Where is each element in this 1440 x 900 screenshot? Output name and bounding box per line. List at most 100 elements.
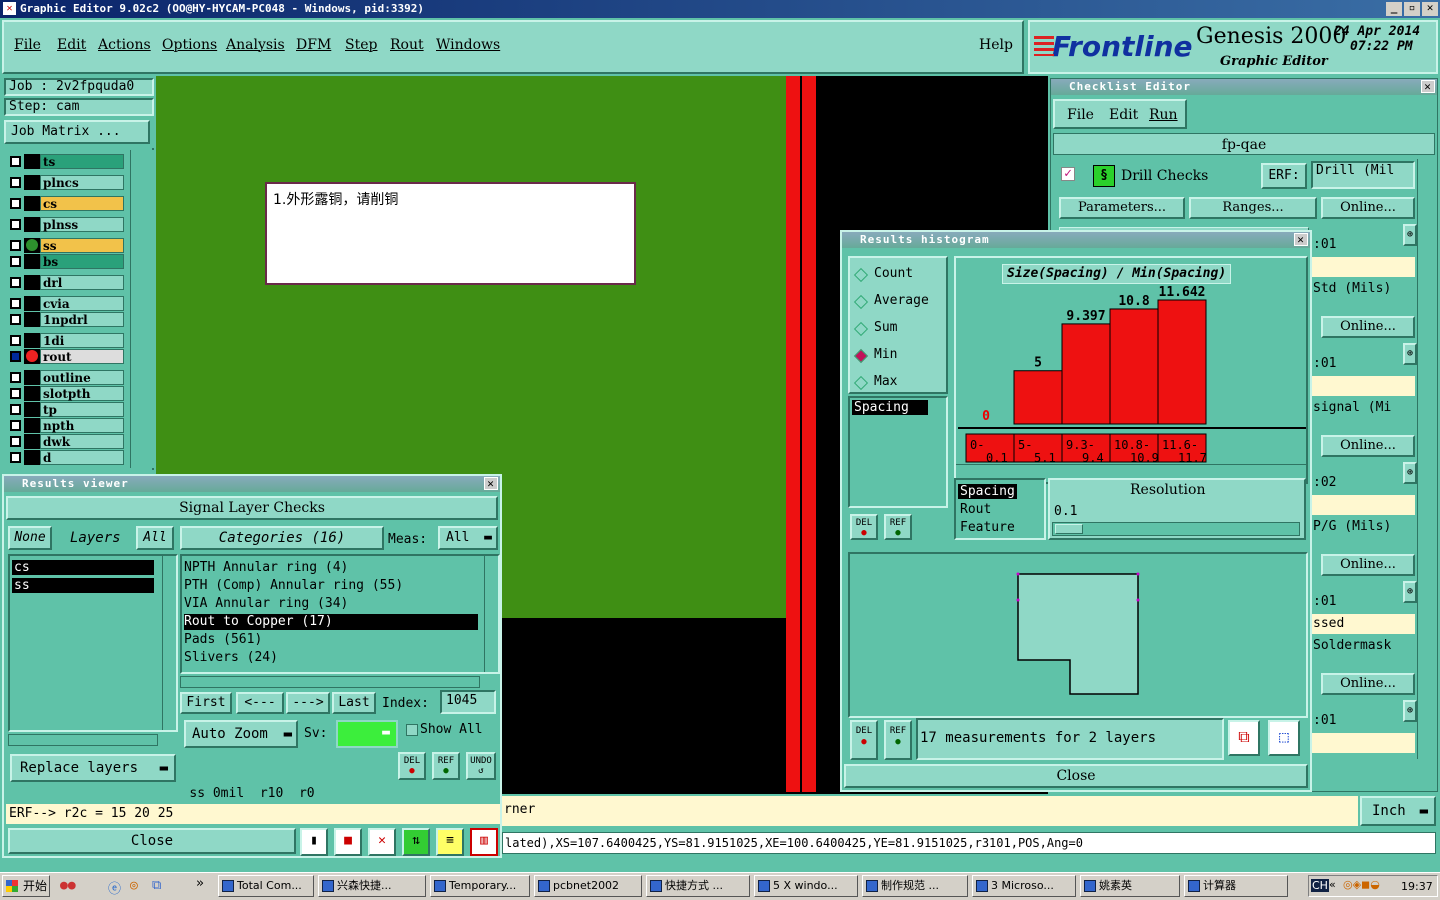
replace-layers-button[interactable]: Replace layers ▬ [10, 754, 176, 782]
radio-max-label[interactable]: Max [874, 374, 897, 389]
histogram-bar[interactable] [1061, 323, 1111, 425]
highlight-tool-icon[interactable]: ■ [334, 828, 362, 856]
check-item-add-icon[interactable]: ⊕ [1403, 462, 1417, 484]
layers-none-button[interactable]: None [8, 526, 52, 550]
results-undo-button[interactable]: UNDO ↺ [466, 752, 496, 780]
taskbar-item[interactable]: 快捷方式 ... [646, 875, 750, 897]
people-icon[interactable]: ●● [60, 878, 76, 893]
desktop-icon[interactable]: ⧉ [152, 878, 161, 893]
meas-select[interactable]: All ▬ [438, 526, 498, 550]
layer-row-plnss[interactable]: plnss [8, 217, 124, 232]
check-item-add-icon[interactable]: ⊕ [1403, 343, 1417, 365]
menu-dfm[interactable]: DFM [296, 37, 331, 53]
menu-options[interactable]: Options [162, 37, 217, 53]
histogram-close-icon[interactable]: ✕ [1294, 233, 1308, 246]
measure-tool-icon[interactable]: ▮ [300, 828, 328, 856]
help-menu[interactable]: Help [979, 37, 1013, 53]
ie-icon[interactable]: ⓔ [108, 878, 121, 897]
layer-row-cvia[interactable]: cvia [8, 296, 124, 311]
job-matrix-button[interactable]: Job Matrix ... [4, 120, 150, 144]
hist-del-button[interactable]: DEL ● [850, 514, 878, 540]
menu-edit[interactable]: Edit [57, 37, 86, 53]
layer-checkbox[interactable] [10, 219, 21, 230]
checklist-vscroll[interactable] [1417, 159, 1435, 759]
last-button[interactable]: Last [332, 692, 376, 714]
taskbar-item[interactable]: 5 X windo... [754, 875, 858, 897]
histogram-close-button[interactable]: Close [844, 764, 1308, 788]
erf-value[interactable]: Drill (Mil [1311, 161, 1415, 189]
prev-button[interactable]: <--- [236, 692, 284, 714]
tray-icons[interactable]: ◎◈◼◒ [1343, 878, 1380, 891]
more-icon[interactable]: » [196, 876, 204, 891]
layer-row-drl[interactable]: drl [8, 275, 124, 290]
layer-row-1di[interactable]: 1di [8, 333, 124, 348]
layer-checkbox[interactable] [10, 298, 21, 309]
report-tool-icon[interactable]: ≡ [436, 828, 464, 856]
zoom-fit-icon[interactable]: ⧉ [1228, 720, 1260, 756]
erf-button[interactable]: ERF: [1261, 163, 1307, 189]
taskbar-item[interactable]: 兴森快捷... [318, 875, 426, 897]
layer-checkbox[interactable] [10, 404, 21, 415]
layer-checkbox[interactable] [10, 277, 21, 288]
histogram-bar[interactable] [1013, 370, 1063, 425]
layer-checkbox[interactable] [10, 198, 21, 209]
menu-step[interactable]: Step [345, 37, 377, 53]
category-item[interactable]: VIA Annular ring (34) [184, 596, 478, 612]
taskbar-item[interactable]: 制作规范 ... [862, 875, 968, 897]
layer-checkbox[interactable] [10, 420, 21, 431]
ime-label[interactable]: CH [1311, 879, 1329, 892]
category-hscroll[interactable] [180, 676, 480, 688]
preview-ref-button[interactable]: REF ● [884, 720, 912, 760]
layer-row-ss[interactable]: ss [8, 238, 124, 253]
sv-select[interactable]: ▬ [336, 720, 398, 748]
category-item[interactable]: NPTH Annular ring (4) [184, 560, 478, 576]
layer-checkbox[interactable] [10, 256, 21, 267]
radio-sum-label[interactable]: Sum [874, 320, 897, 335]
checklist-menu-file[interactable]: File [1067, 107, 1094, 123]
layer-row-plncs[interactable]: plncs [8, 175, 124, 190]
taskbar-item[interactable]: 3 Microso... [972, 875, 1076, 897]
taskbar-item[interactable]: 计算器 [1184, 875, 1288, 897]
menu-actions[interactable]: Actions [98, 37, 151, 53]
measure-list-item[interactable]: Spacing [852, 400, 928, 415]
online-button[interactable]: Online... [1321, 673, 1415, 695]
results-del-button[interactable]: DEL ● [398, 752, 426, 780]
histogram-bar[interactable] [1157, 299, 1207, 425]
type-item-rout[interactable]: Rout [958, 502, 993, 517]
auto-zoom-select[interactable]: Auto Zoom ▬ [184, 720, 298, 748]
results-ref-button[interactable]: REF ● [432, 752, 460, 780]
layer-row-bs[interactable]: bs [8, 254, 124, 269]
check-item-add-icon[interactable]: ⊕ [1403, 700, 1417, 722]
layer-results-hscroll[interactable] [8, 734, 158, 746]
checklist-close-icon[interactable]: ✕ [1421, 80, 1435, 93]
hist-ref-button[interactable]: REF ● [884, 514, 912, 540]
layer-result-item[interactable]: ss [12, 578, 154, 593]
preview-del-button[interactable]: DEL ● [850, 720, 878, 760]
layer-row-tp[interactable]: tp [8, 402, 124, 417]
type-item-feature[interactable]: Feature [958, 520, 1017, 535]
layer-checkbox[interactable] [10, 388, 21, 399]
check-item-add-icon[interactable]: ⊕ [1403, 224, 1417, 246]
category-item[interactable]: PTH (Comp) Annular ring (55) [184, 578, 478, 594]
taskbar-item[interactable]: pcbnet2002 [534, 875, 642, 897]
close-button[interactable]: ✕ [1422, 2, 1438, 16]
radio-count-label[interactable]: Count [874, 266, 913, 281]
results-close-button[interactable]: Close [8, 828, 296, 854]
histogram-tool-icon[interactable]: ▥ [470, 828, 498, 856]
layer-results-vscroll[interactable] [162, 556, 176, 730]
resolution-slider[interactable] [1052, 522, 1300, 536]
results-close-icon[interactable]: ✕ [484, 477, 498, 490]
taskbar-item[interactable]: 姚素英 [1080, 875, 1180, 897]
parameters-button[interactable]: Parameters... [1059, 197, 1185, 219]
type-item-spacing[interactable]: Spacing [958, 484, 1017, 499]
layer-checkbox[interactable] [10, 372, 21, 383]
units-select[interactable]: Inch ▬ [1360, 796, 1436, 826]
taskbar-item[interactable]: Total Com... [218, 875, 314, 897]
layer-row-cs[interactable]: cs [8, 196, 124, 211]
layer-result-item[interactable]: cs [12, 560, 154, 575]
start-button[interactable]: 开始 [2, 875, 50, 897]
show-all-checkbox[interactable] [406, 724, 418, 736]
category-item[interactable]: Rout to Copper (17) [184, 614, 478, 630]
layer-scrollbar[interactable] [130, 150, 154, 468]
next-button[interactable]: ---> [286, 692, 330, 714]
